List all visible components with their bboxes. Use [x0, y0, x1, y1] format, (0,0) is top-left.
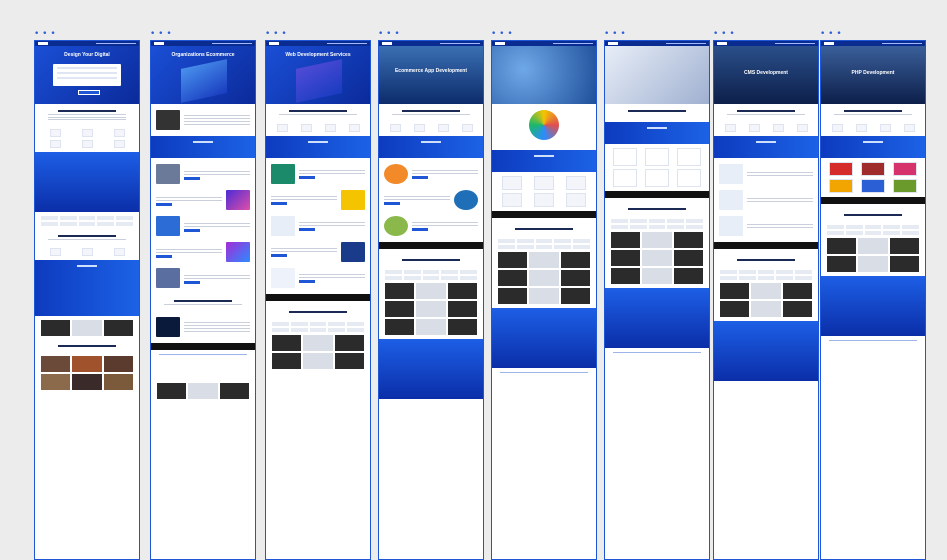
hero-title: Ecommerce App Development — [394, 68, 468, 74]
frame-handle[interactable]: • • • — [604, 30, 626, 39]
frame-handle[interactable]: • • • — [713, 30, 735, 39]
hero-title: Web Development Services — [285, 52, 351, 58]
frame-handle[interactable]: • • • — [378, 30, 400, 39]
page-preview: PHP Development — [820, 40, 926, 560]
frame-handle[interactable]: • • • — [265, 30, 287, 39]
hero-title: Design Your Digital — [64, 52, 110, 58]
design-frame-2[interactable]: • • • Organizations Ecommerce — [150, 30, 256, 560]
frame-handle[interactable]: • • • — [491, 30, 513, 39]
hero-title — [492, 46, 596, 52]
hero-title: Organizations Ecommerce — [171, 52, 235, 58]
frame-handle[interactable]: • • • — [34, 30, 56, 39]
design-frame-3[interactable]: • • • Web Development Services — [265, 30, 371, 560]
design-frame-4[interactable]: • • • Ecommerce App Development — [378, 30, 484, 560]
page-preview: Web Development Services — [265, 40, 371, 560]
hero-title — [605, 46, 709, 52]
design-frame-7[interactable]: • • • CMS Development — [713, 30, 819, 560]
page-preview: Ecommerce App Development — [378, 40, 484, 560]
design-frame-5[interactable]: • • • — [491, 30, 597, 560]
page-preview — [604, 40, 710, 560]
page-preview — [491, 40, 597, 560]
hero-title: PHP Development — [851, 70, 895, 76]
design-frame-6[interactable]: • • • — [604, 30, 710, 560]
frame-handle[interactable]: • • • — [150, 30, 172, 39]
design-frame-1[interactable]: • • • Design Your Digital — [34, 30, 140, 560]
frame-handle[interactable]: • • • — [820, 30, 842, 39]
page-preview: Design Your Digital — [34, 40, 140, 560]
hero: Design Your Digital — [35, 46, 139, 104]
page-preview: Organizations Ecommerce — [150, 40, 256, 560]
design-frame-8[interactable]: • • • PHP Development — [820, 30, 926, 560]
page-preview: CMS Development — [713, 40, 819, 560]
hero-title: CMS Development — [744, 70, 788, 76]
